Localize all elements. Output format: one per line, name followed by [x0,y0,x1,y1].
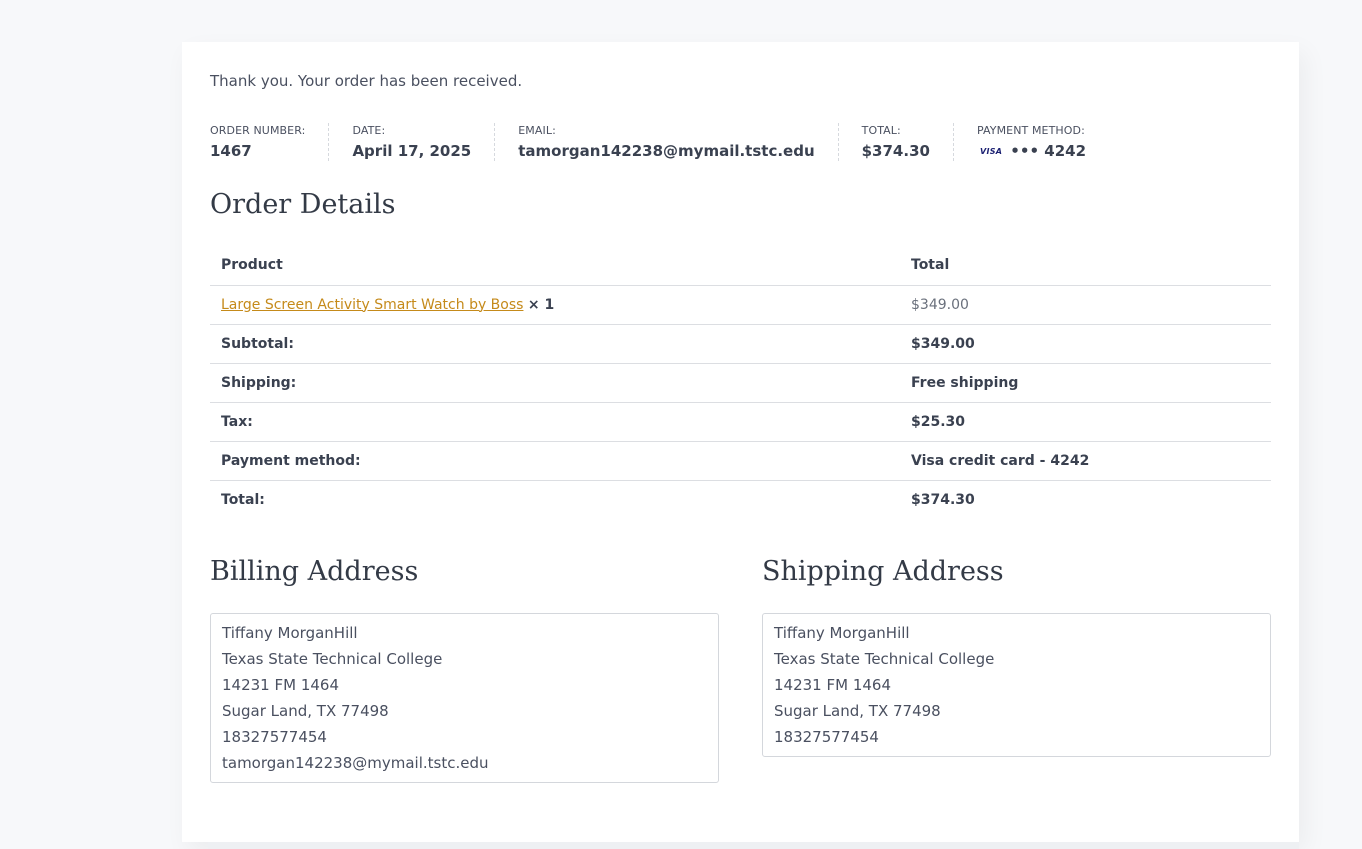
table-row: Subtotal: $349.00 [210,324,1271,364]
row-label: Subtotal: [210,324,900,364]
table-row: Payment method: Visa credit card - 4242 [210,441,1271,481]
table-header-row: Product Total [210,246,1271,286]
overview-label: EMAIL: [518,124,556,137]
billing-line: Texas State Technical College [222,650,443,668]
billing-line: Tiffany MorganHill [222,624,358,642]
product-quantity: × 1 [527,296,555,313]
row-label: Shipping: [210,363,900,403]
overview-total: TOTAL: $374.30 [839,123,954,161]
order-overview: ORDER NUMBER: 1467 DATE: April 17, 2025 … [210,123,1109,161]
product-total: $349.00 [900,285,1271,325]
overview-email: EMAIL: tamorgan142238@mymail.tstc.edu [495,123,839,161]
billing-phone: 18327577454 [222,728,327,746]
visa-card-icon: VISA [979,146,1003,156]
billing-line: Sugar Land, TX 77498 [222,702,389,720]
overview-value: tamorgan142238@mymail.tstc.edu [518,142,815,160]
shipping-line: Sugar Land, TX 77498 [774,702,941,720]
row-value: $349.00 [900,324,1271,364]
table-row: Large Screen Activity Smart Watch by Bos… [210,285,1271,325]
overview-value: VISA ••• 4242 [977,142,1086,160]
order-received-notice: Thank you. Your order has been received. [210,72,523,90]
product-link[interactable]: Large Screen Activity Smart Watch by Bos… [221,297,523,313]
total-column-header: Total [900,246,1271,286]
overview-date: DATE: April 17, 2025 [329,123,496,161]
order-received-card: Thank you. Your order has been received.… [182,42,1299,842]
overview-label: TOTAL: [861,124,901,137]
row-value: Free shipping [900,363,1271,403]
billing-address-box: Tiffany MorganHill Texas State Technical… [210,613,719,783]
row-label: Payment method: [210,441,900,481]
overview-order-number: ORDER NUMBER: 1467 [210,123,330,161]
overview-label: PAYMENT METHOD: [976,124,1085,137]
order-details-title: Order Details [210,189,396,220]
billing-email: tamorgan142238@mymail.tstc.edu [222,754,489,772]
overview-value: 1467 [210,142,252,160]
shipping-line: 14231 FM 1464 [774,676,891,694]
next-section-edge [208,842,1299,849]
card-last-digits: ••• 4242 [1010,142,1087,160]
row-value: Visa credit card - 4242 [900,441,1271,481]
shipping-line: Texas State Technical College [774,650,995,668]
shipping-address-title: Shipping Address [762,556,1004,587]
overview-label: DATE: [352,124,386,137]
overview-payment-method: PAYMENT METHOD: VISA ••• 4242 [954,123,1109,161]
shipping-address-box: Tiffany MorganHill Texas State Technical… [762,613,1271,757]
table-row: Total: $374.30 [210,480,1271,519]
shipping-phone: 18327577454 [774,728,879,746]
billing-line: 14231 FM 1464 [222,676,339,694]
overview-value: $374.30 [861,142,930,160]
overview-label: ORDER NUMBER: [210,124,306,137]
order-details-table: Product Total Large Screen Activity Smar… [210,246,1271,519]
overview-value: April 17, 2025 [352,142,472,160]
product-column-header: Product [210,246,900,286]
shipping-line: Tiffany MorganHill [774,624,910,642]
row-label: Total: [221,491,265,508]
row-value: $374.30 [911,491,975,508]
table-row: Tax: $25.30 [210,402,1271,442]
row-label: Tax: [210,402,900,442]
row-value: $25.30 [900,402,1271,442]
product-cell: Large Screen Activity Smart Watch by Bos… [210,285,900,325]
table-row: Shipping: Free shipping [210,363,1271,403]
billing-address-title: Billing Address [210,556,419,587]
